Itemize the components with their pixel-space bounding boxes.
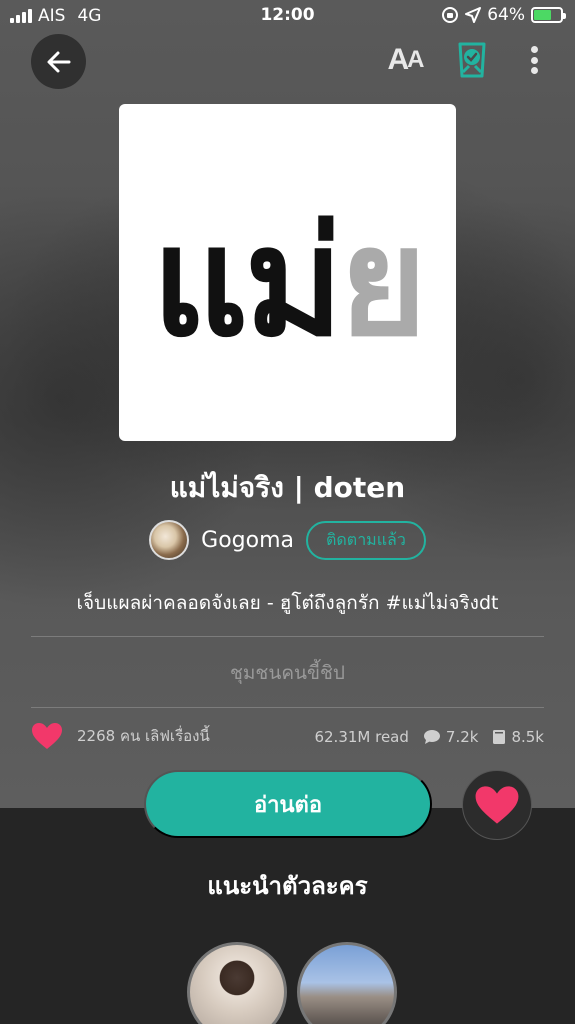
continue-reading-button[interactable]: อ่านต่อ [144,770,432,838]
author-row: Gogoma ติดตามแล้ว [0,520,575,560]
story-cover: แม่ย [119,104,456,441]
rotation-lock-icon [442,7,459,23]
back-button[interactable] [31,34,86,89]
battery-percent: 64% [487,5,525,25]
characters-heading: แนะนำตัวละคร [207,872,368,900]
more-options-button[interactable] [522,44,546,76]
heart-icon[interactable] [31,722,63,750]
verified-badge-button[interactable] [452,40,492,80]
arrow-left-icon [47,51,70,72]
story-stats: 2268 คน เลิฟเรื่องนี้ 62.31M read 7.2k 8… [31,720,544,754]
chapter-icon [493,730,506,744]
author-avatar[interactable] [149,520,190,560]
story-tagline: เจ็บแผลผ่าคลอดจังเลย - ฮูโต๋ถึงลูกรัก #แ… [76,592,499,614]
follow-button[interactable]: ติดตามแล้ว [306,520,426,560]
cover-title-art: แม่ย [152,208,427,358]
divider [31,707,544,708]
cover-text-light: ย [339,195,427,370]
font-size-label: A [387,43,410,76]
status-bar: AIS 4G 12:00 64% [0,0,575,32]
verified-badge-icon [458,42,486,78]
location-arrow-icon [465,7,482,23]
favorite-button[interactable] [462,770,532,840]
read-count: 62.31M read [314,728,409,746]
heart-icon [475,786,519,824]
comment-count: 7.2k [445,728,479,746]
characters-section [0,808,575,1024]
story-title: แม่ไม่จริง | doten [169,471,406,504]
likes-count: 2268 คน เลิฟเรื่องนี้ [77,727,210,745]
comment-icon [423,730,440,744]
author-name[interactable]: Gogoma [201,528,294,553]
font-size-button[interactable]: AA [384,40,428,80]
cover-text-dark: แม่ [151,195,344,370]
battery-icon [531,7,566,23]
more-vertical-icon [530,46,538,53]
divider [31,636,544,637]
community-link[interactable]: ชุมชนคนขี้ชิป [0,658,575,688]
chapter-count: 8.5k [511,728,544,746]
